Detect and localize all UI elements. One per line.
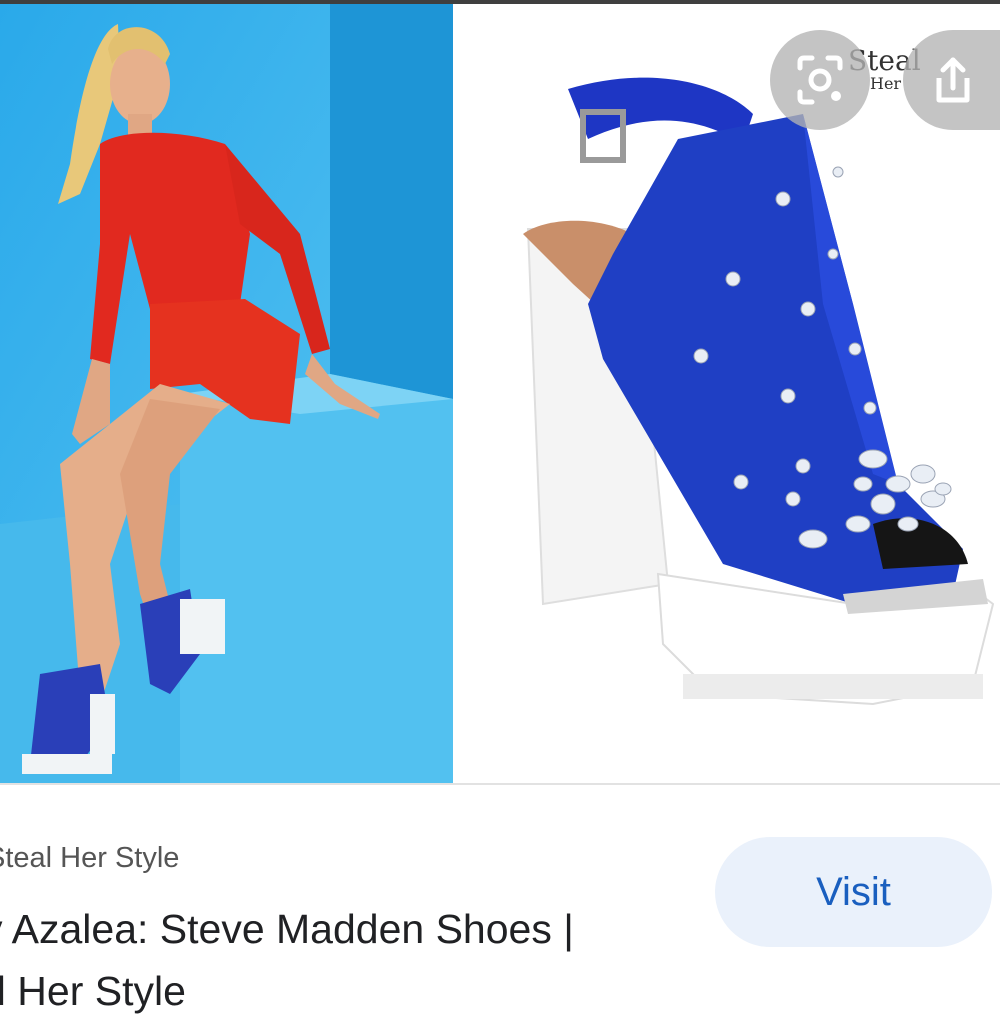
share-icon — [936, 57, 970, 103]
visit-button[interactable]: Visit — [715, 837, 992, 947]
google-lens-button[interactable] — [770, 30, 870, 130]
source-name[interactable]: Steal Her Style — [0, 842, 179, 875]
result-image-left[interactable] — [0, 4, 453, 783]
result-title-line1[interactable]: y Azalea: Steve Madden Shoes | — [0, 906, 574, 953]
google-lens-icon — [797, 55, 843, 105]
share-button[interactable] — [903, 30, 1000, 130]
image-divider — [0, 783, 1000, 785]
result-title-line2[interactable]: al Her Style — [0, 968, 186, 1015]
model-photo — [0, 4, 453, 783]
